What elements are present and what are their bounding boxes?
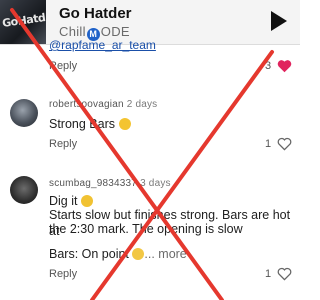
- comment-line-4: Bars: On point ... more: [49, 246, 187, 262]
- comment-username[interactable]: scumbag_9834337 3 days: [49, 178, 171, 189]
- avatar[interactable]: [10, 176, 38, 204]
- clapping-hand-icon: [80, 195, 93, 207]
- emoji-icon: [132, 248, 145, 260]
- comment-line-3: the 2:30 mark. The opening is slow: [49, 222, 243, 236]
- reply-button[interactable]: Reply: [49, 60, 77, 72]
- album-cover-text: GoHatd: [1, 11, 46, 30]
- comment-age: 2 days: [126, 99, 158, 110]
- reply-button[interactable]: Reply: [49, 138, 77, 150]
- play-icon[interactable]: [270, 10, 288, 32]
- comment-username[interactable]: robertsoovagian 2 days: [49, 99, 157, 110]
- reply-button[interactable]: Reply: [49, 268, 77, 280]
- subtitle-suffix: ODE: [100, 24, 130, 39]
- like-count: 3: [265, 60, 272, 72]
- comment-text: Strong Bars: [49, 116, 131, 132]
- song-title: Go Hatder: [59, 5, 132, 22]
- comment-age: 3 days: [140, 178, 171, 189]
- comment-line-4-text: Bars: On point: [49, 247, 129, 261]
- comment-line-1: Dig it: [49, 194, 78, 208]
- subtitle-prefix: Chill: [59, 24, 86, 39]
- comment-body: Strong Bars: [49, 117, 116, 131]
- mention-link[interactable]: @rapfame_ar_team: [49, 38, 156, 52]
- heart-outline-icon[interactable]: [277, 137, 292, 151]
- username-text[interactable]: robertsoovagian: [49, 99, 124, 110]
- flexed-biceps-icon: [118, 118, 131, 130]
- album-cover: GoHatd: [0, 0, 46, 44]
- x-stroke-2: [90, 50, 274, 300]
- heart-filled-icon[interactable]: [277, 59, 292, 73]
- like-count: 1: [265, 268, 272, 280]
- avatar[interactable]: [10, 99, 38, 127]
- heart-outline-icon[interactable]: [277, 267, 292, 281]
- username-text[interactable]: scumbag_9834337: [49, 178, 137, 189]
- like-count: 1: [265, 138, 272, 150]
- more-link[interactable]: ... more: [144, 247, 186, 261]
